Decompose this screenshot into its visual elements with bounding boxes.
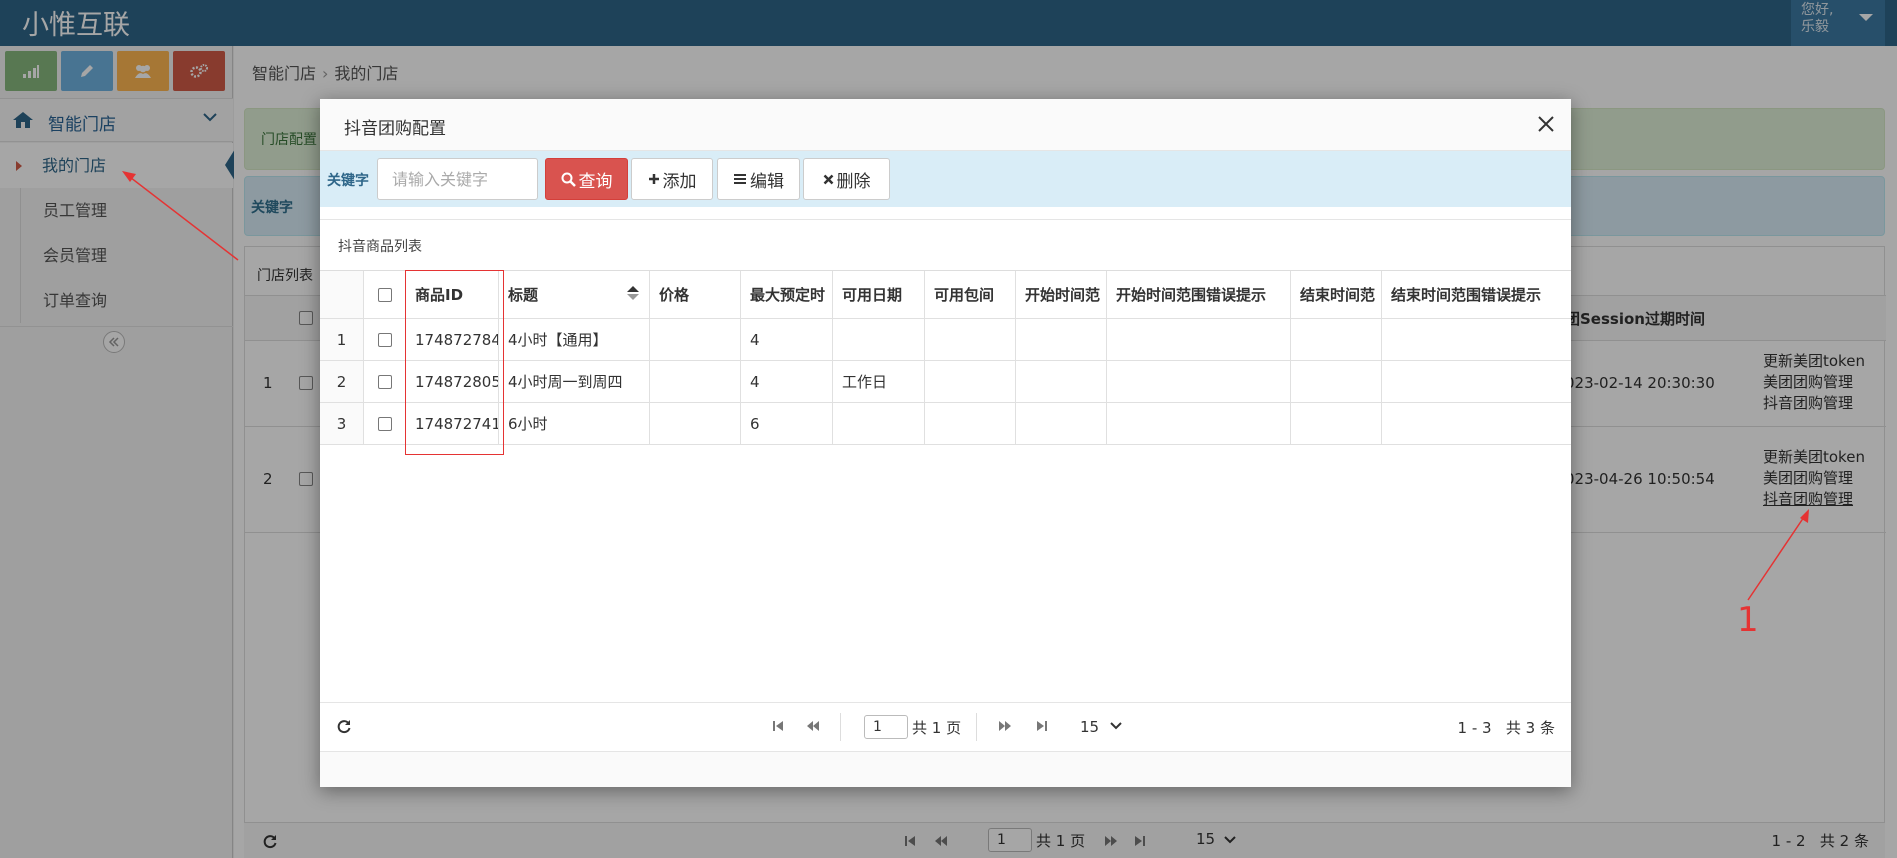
product-grid-panel: 抖音商品列表 商品ID 标题 价格 最大预定时 可用日期 可用包间 开始时间范 …: [320, 219, 1571, 749]
title-cell: 4小时周一到周四: [499, 361, 650, 402]
available-rooms-cell: [925, 403, 1016, 444]
price-cell: [650, 319, 741, 360]
sort-icon: [627, 286, 639, 300]
start-range-error-cell: [1107, 361, 1291, 402]
search-icon: [561, 172, 576, 187]
column-header-price[interactable]: 价格: [650, 271, 741, 318]
row-checkbox-cell: [364, 403, 406, 444]
column-header-title[interactable]: 标题: [499, 271, 650, 318]
product-grid: 商品ID 标题 价格 最大预定时 可用日期 可用包间 开始时间范 开始时间范围错…: [320, 270, 1571, 445]
page-size-select[interactable]: 15: [1072, 715, 1128, 739]
modal-header: 抖音团购配置: [320, 99, 1571, 151]
start-range-error-cell: [1107, 403, 1291, 444]
end-range-error-cell: [1382, 403, 1571, 444]
pager-total: 共 3 条: [1505, 719, 1555, 737]
title-cell: 6小时: [499, 403, 650, 444]
start-range-error-cell: [1107, 319, 1291, 360]
modal-pager: 共 1 页 15 1 - 3 共 3 条: [320, 702, 1571, 750]
grid-title: 抖音商品列表: [338, 239, 422, 255]
row-checkbox[interactable]: [377, 332, 392, 347]
available-rooms-cell: [925, 319, 1016, 360]
max-booking-cell: 4: [741, 361, 833, 402]
available-dates-cell: 工作日: [833, 361, 925, 402]
close-icon: [823, 174, 833, 184]
edit-button[interactable]: 编辑: [717, 158, 800, 200]
edit-button-label: 编辑: [750, 171, 784, 192]
modal-footer: [320, 751, 1571, 787]
pager-range: 1 - 3: [1457, 719, 1492, 737]
max-booking-cell: 6: [741, 403, 833, 444]
modal-title: 抖音团购配置: [344, 119, 446, 139]
price-cell: [650, 403, 741, 444]
start-range-cell: [1016, 361, 1107, 402]
page-size-value: 15: [1080, 718, 1100, 736]
add-button-label: 添加: [662, 171, 697, 192]
table-row[interactable]: 2 174872805 4小时周一到周四 4 工作日: [320, 361, 1571, 403]
pager-divider: [976, 713, 977, 741]
row-number-header: [320, 271, 364, 318]
refresh-icon[interactable]: [336, 718, 352, 734]
pager-range-text: 1 - 3 共 3 条: [1458, 717, 1555, 738]
start-range-cell: [1016, 403, 1107, 444]
row-checkbox[interactable]: [377, 374, 392, 389]
column-header-end-range-error[interactable]: 结束时间范围错误提示: [1382, 271, 1571, 318]
modal-toolbar: 关键字 查询 添加 编辑 删除: [320, 151, 1571, 207]
pager-divider: [840, 713, 841, 741]
row-number: 2: [320, 361, 364, 402]
row-number: 1: [320, 319, 364, 360]
query-button[interactable]: 查询: [545, 158, 628, 200]
page-number-input[interactable]: [864, 715, 908, 739]
column-title-label: 标题: [508, 286, 539, 304]
chevron-down-icon: [1110, 722, 1122, 730]
grid-header-row: 商品ID 标题 价格 最大预定时 可用日期 可用包间 开始时间范 开始时间范围错…: [320, 271, 1571, 319]
row-checkbox-cell: [364, 361, 406, 402]
query-button-label: 查询: [578, 171, 613, 192]
available-dates-cell: [833, 319, 925, 360]
select-all-cell: [364, 271, 406, 318]
row-checkbox-cell: [364, 319, 406, 360]
keyword-label: 关键字: [327, 173, 369, 189]
price-cell: [650, 361, 741, 402]
plus-icon: [648, 174, 659, 184]
available-dates-cell: [833, 403, 925, 444]
column-header-available-rooms[interactable]: 可用包间: [925, 271, 1016, 318]
table-row[interactable]: 3 174872741 6小时 6: [320, 403, 1571, 445]
delete-button[interactable]: 删除: [803, 158, 890, 200]
delete-button-label: 删除: [836, 171, 871, 192]
table-row[interactable]: 1 174872784 4小时【通用】 4: [320, 319, 1571, 361]
end-range-cell: [1291, 319, 1382, 360]
end-range-cell: [1291, 361, 1382, 402]
row-checkbox[interactable]: [377, 416, 392, 431]
douyin-config-modal: 抖音团购配置 关键字 查询 添加 编辑 删除 抖音商品列表 商品ID: [320, 99, 1571, 787]
last-page-icon[interactable]: [1036, 720, 1048, 732]
add-button[interactable]: 添加: [631, 158, 713, 200]
total-pages-text: 共 1 页: [912, 719, 962, 737]
first-page-icon[interactable]: [772, 720, 784, 732]
annotation-label: 1: [1737, 600, 1759, 640]
column-header-max-booking[interactable]: 最大预定时: [741, 271, 833, 318]
end-range-error-cell: [1382, 361, 1571, 402]
column-header-available-dates[interactable]: 可用日期: [833, 271, 925, 318]
prev-page-icon[interactable]: [806, 720, 820, 732]
start-range-cell: [1016, 319, 1107, 360]
list-icon: [734, 174, 746, 184]
end-range-cell: [1291, 403, 1382, 444]
end-range-error-cell: [1382, 319, 1571, 360]
available-rooms-cell: [925, 361, 1016, 402]
next-page-icon[interactable]: [998, 720, 1012, 732]
close-icon[interactable]: [1537, 115, 1555, 133]
max-booking-cell: 4: [741, 319, 833, 360]
column-header-end-range[interactable]: 结束时间范: [1291, 271, 1382, 318]
column-header-start-range[interactable]: 开始时间范: [1016, 271, 1107, 318]
select-all-checkbox[interactable]: [377, 287, 392, 302]
row-number: 3: [320, 403, 364, 444]
product-id-highlight-box: [405, 270, 504, 455]
title-cell: 4小时【通用】: [499, 319, 650, 360]
keyword-search-input[interactable]: [377, 158, 538, 200]
column-header-start-range-error[interactable]: 开始时间范围错误提示: [1107, 271, 1291, 318]
